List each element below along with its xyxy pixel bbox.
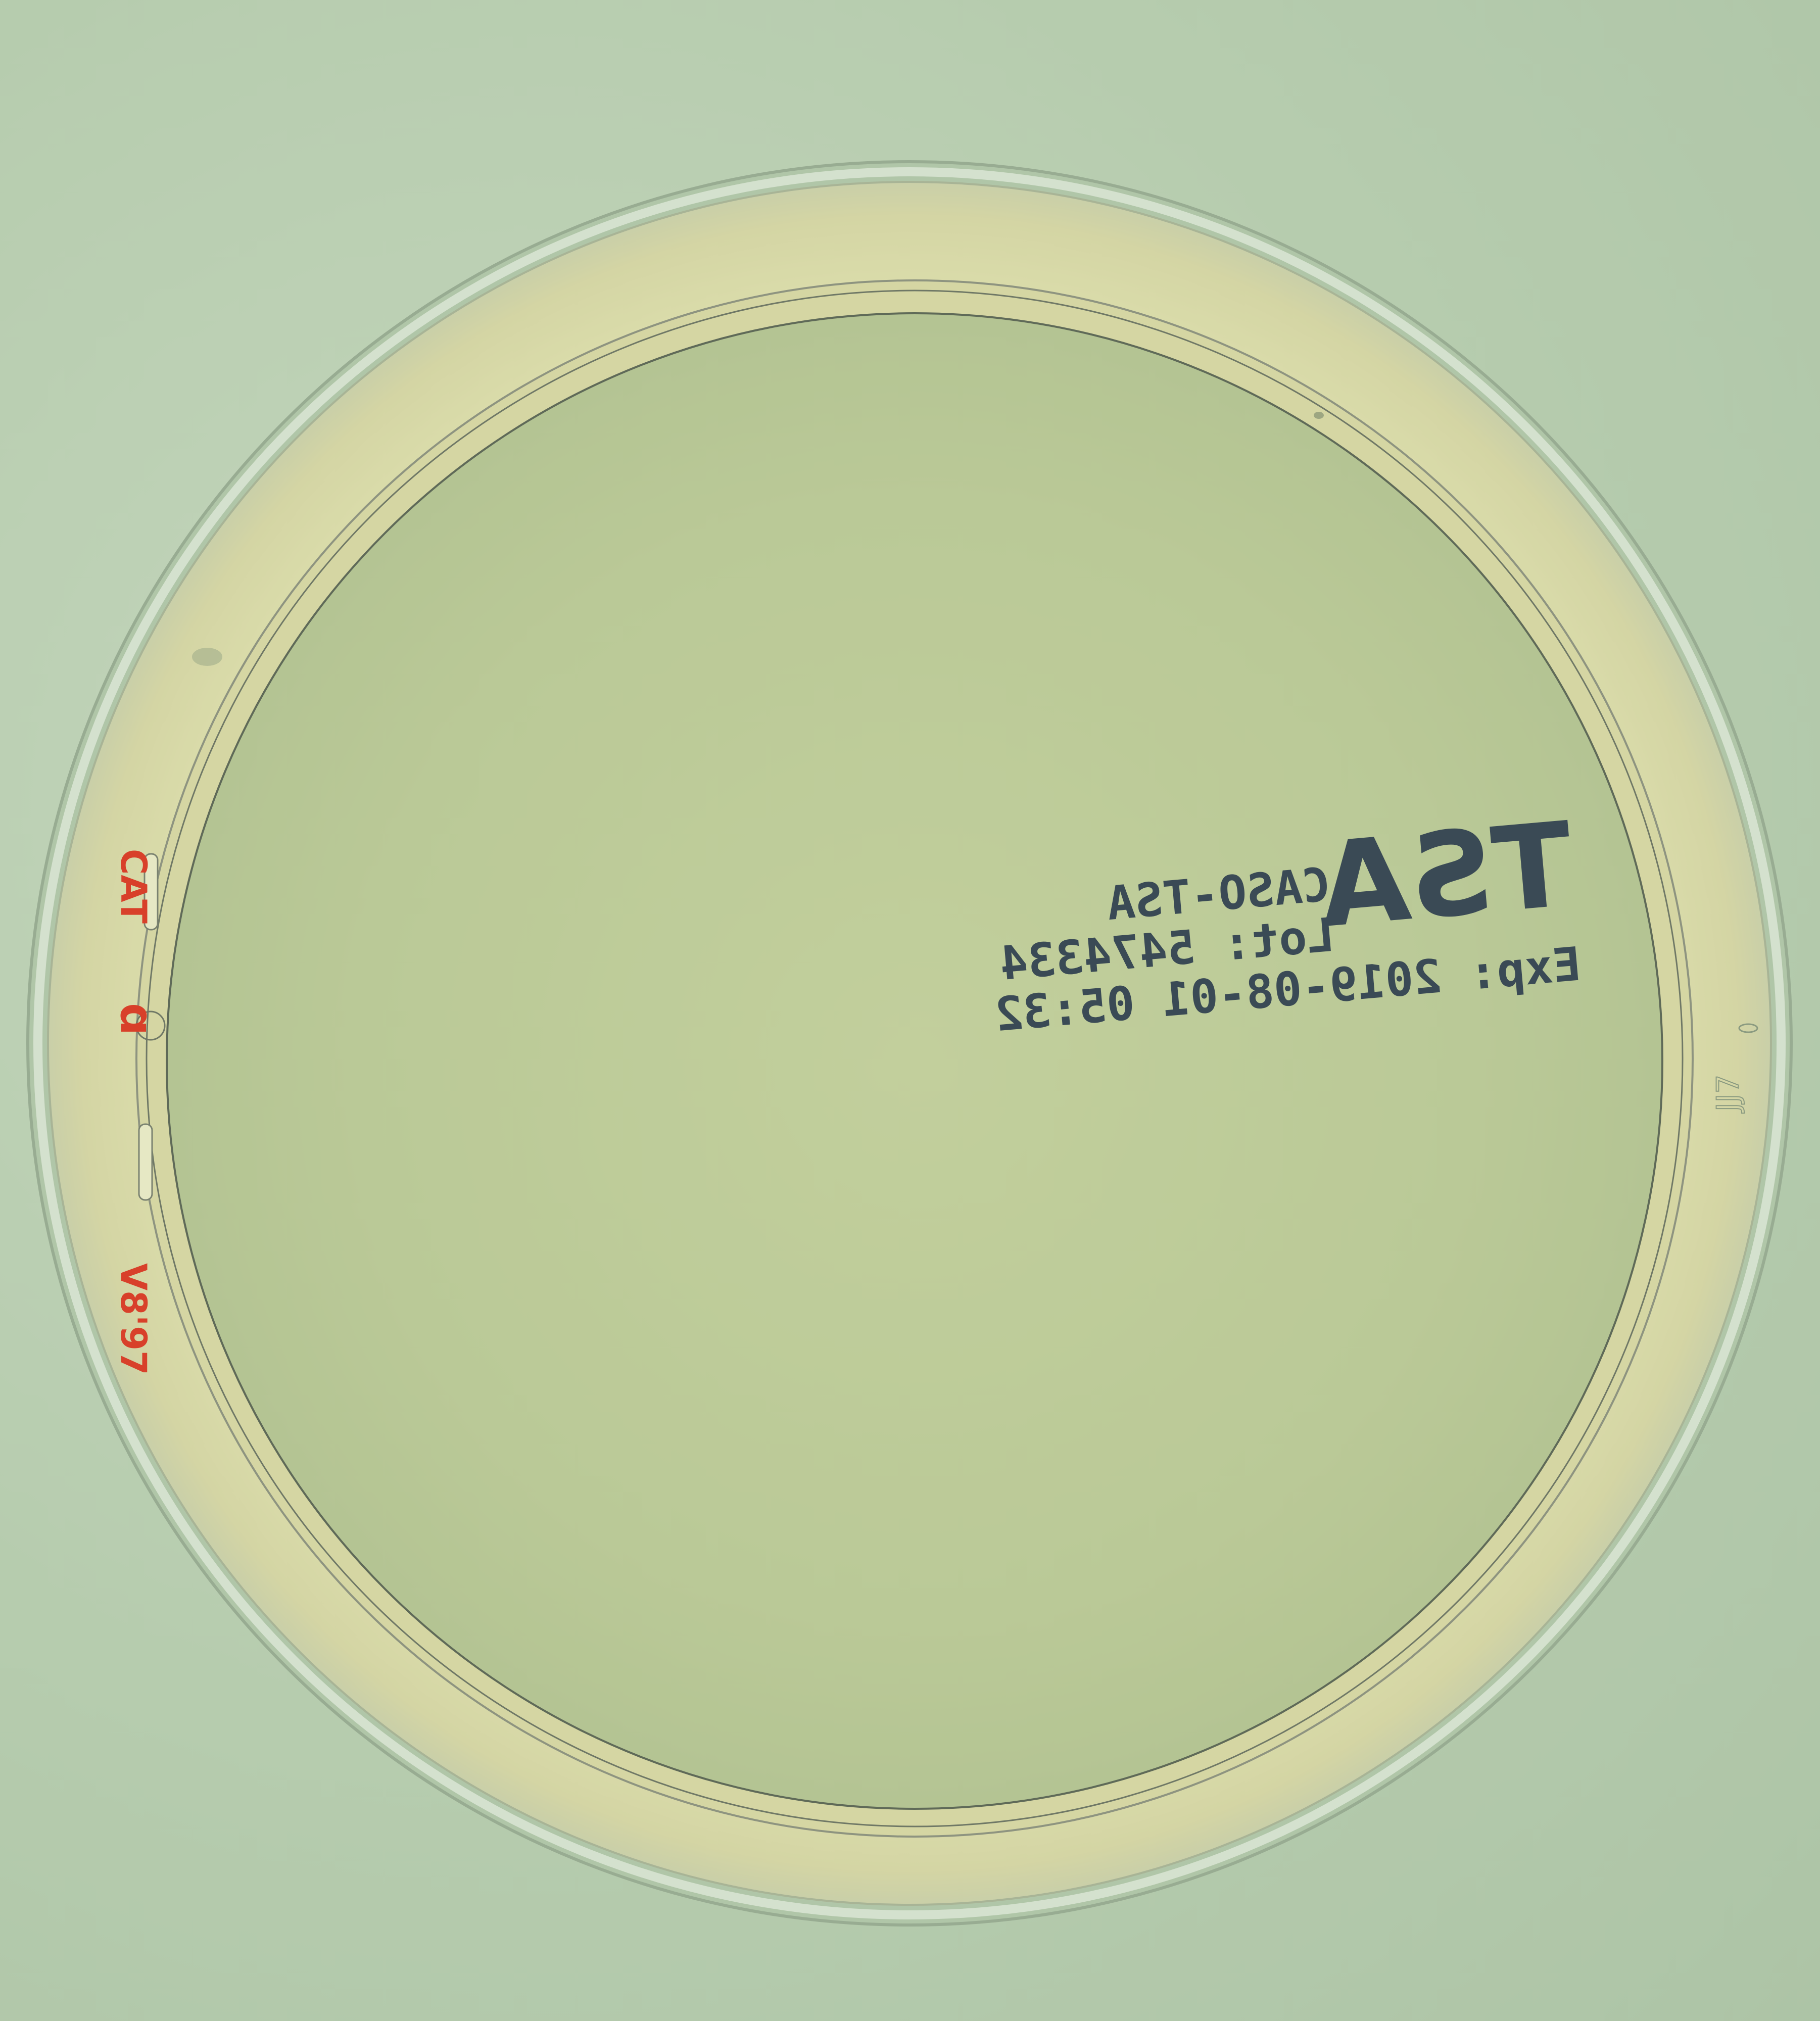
red-rim-label-3: V8'97 xyxy=(113,1263,154,1375)
debris-spot xyxy=(1314,412,1324,419)
label-brand: TSA xyxy=(1314,797,1578,954)
red-rim-label-1: CAT xyxy=(113,849,154,924)
svg-text:CAT: CAT xyxy=(113,849,154,924)
petri-dish-svg: CAT ɑ V8'97 JJ7 TSA CASO-TSA Lot: 547433… xyxy=(26,160,1793,1927)
left-notch-bottom xyxy=(138,1123,153,1201)
emboss-rim-label: JJ7 xyxy=(1710,1074,1746,1114)
agar-surface xyxy=(166,312,1663,1810)
svg-text:V8'97: V8'97 xyxy=(113,1263,154,1375)
svg-text:ɑ: ɑ xyxy=(110,1003,163,1035)
petri-dish-photo: CAT ɑ V8'97 JJ7 TSA CASO-TSA Lot: 547433… xyxy=(0,0,1820,2021)
svg-text:JJ7: JJ7 xyxy=(1710,1074,1746,1114)
red-rim-label-2: ɑ xyxy=(110,1003,163,1035)
debris-spot xyxy=(192,648,222,666)
